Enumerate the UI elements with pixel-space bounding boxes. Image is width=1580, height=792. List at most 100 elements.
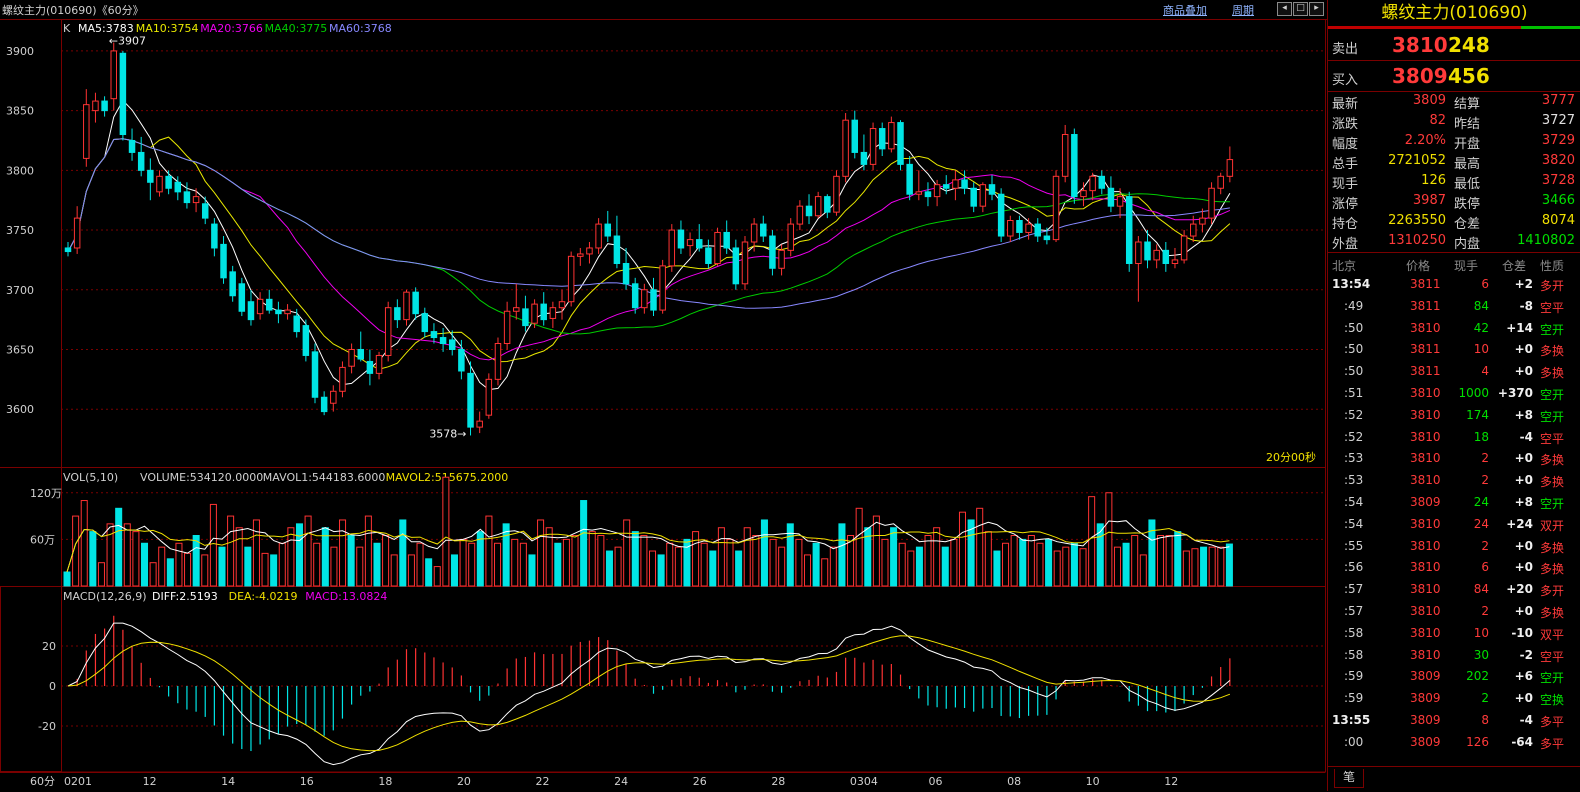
candle-body bbox=[824, 196, 831, 213]
period-link[interactable]: 周期 bbox=[1232, 2, 1254, 18]
nav-right-icon[interactable]: ▸ bbox=[1309, 2, 1324, 16]
candle-body bbox=[915, 191, 923, 195]
candle-body bbox=[201, 203, 209, 219]
chart-area[interactable]: 3900 3850 3800 3750 3700 3650 3600 K MA5:3783 MA1… bbox=[0, 19, 1327, 791]
candle-body bbox=[549, 307, 557, 319]
volume-bar bbox=[993, 550, 1001, 587]
candle-body bbox=[439, 337, 447, 345]
candle-body bbox=[943, 184, 950, 189]
stat-label: 总手 bbox=[1332, 157, 1359, 172]
candle-body bbox=[366, 360, 374, 374]
candle-body bbox=[430, 331, 438, 339]
volume-bar bbox=[735, 550, 743, 587]
candle-body bbox=[1052, 175, 1060, 241]
tick-time: :59 bbox=[1344, 669, 1364, 684]
volume-bar bbox=[201, 554, 209, 587]
candle-body bbox=[238, 283, 246, 312]
tick-oi-change: -64 bbox=[1511, 734, 1533, 749]
volume-bar bbox=[209, 503, 217, 587]
tab-ticks[interactable]: 笔 bbox=[1334, 769, 1364, 788]
tick-oi-change: +6 bbox=[1514, 669, 1533, 684]
volume-bar bbox=[1105, 492, 1113, 587]
volume-bar bbox=[631, 531, 639, 587]
x-tick-label: 24 bbox=[614, 775, 628, 788]
candle-body bbox=[1135, 241, 1142, 264]
nav-restore-icon[interactable]: □ bbox=[1293, 2, 1308, 16]
volume-bar bbox=[769, 538, 777, 587]
volume-bar bbox=[1010, 535, 1018, 587]
volume-tick-label: 60万 bbox=[30, 533, 55, 546]
tick-price: 3810 bbox=[1410, 582, 1441, 597]
tick-header-time: 北京 bbox=[1332, 259, 1357, 273]
candle-body bbox=[586, 247, 593, 255]
volume-bar bbox=[881, 538, 889, 587]
candle-body bbox=[1190, 223, 1197, 237]
tick-time: :57 bbox=[1344, 582, 1364, 597]
tick-oi-change: +0 bbox=[1514, 451, 1533, 466]
tick-nature: 空平 bbox=[1540, 300, 1565, 315]
candle-body bbox=[842, 119, 849, 177]
tick-row: :50 3811 4 +0 多换 bbox=[1328, 360, 1580, 382]
ask-label: 卖出 bbox=[1332, 42, 1359, 57]
volume-bar bbox=[605, 550, 613, 587]
candle-body bbox=[723, 231, 730, 249]
x-tick-label: 20 bbox=[457, 775, 471, 788]
stat-总手: 总手 2721052 bbox=[1332, 152, 1446, 172]
candle-body bbox=[1089, 175, 1096, 192]
stat-value: 126 bbox=[1421, 173, 1446, 188]
price-tick-label: 3600 bbox=[6, 403, 34, 416]
volume-bar bbox=[416, 542, 424, 587]
macd-legend-macd: MACD:13.0824 bbox=[305, 590, 387, 603]
high-annotation: ←3907 bbox=[109, 35, 146, 48]
candle-body bbox=[1043, 235, 1051, 241]
tick-volume: 2 bbox=[1481, 604, 1489, 618]
volume-bar bbox=[433, 566, 441, 587]
stat-label: 持仓 bbox=[1332, 217, 1359, 232]
volume-bar bbox=[149, 562, 157, 587]
candle-body bbox=[531, 303, 538, 324]
candle-body bbox=[476, 420, 483, 428]
macd-legend-diff: DIFF:2.5193 bbox=[152, 590, 218, 603]
tick-price: 3809 bbox=[1410, 691, 1441, 706]
candle-body bbox=[595, 223, 602, 249]
ask-price: 3810 bbox=[1392, 33, 1448, 57]
volume-bar bbox=[674, 546, 682, 587]
candle-body bbox=[677, 229, 685, 249]
stat-label: 最高 bbox=[1454, 157, 1481, 172]
tick-time: :59 bbox=[1344, 691, 1364, 706]
volume-bar bbox=[958, 511, 966, 587]
tick-nature: 空开 bbox=[1540, 671, 1565, 686]
volume-bar bbox=[278, 542, 286, 587]
tick-volume: 24 bbox=[1473, 495, 1489, 509]
volume-bar bbox=[80, 500, 88, 587]
tick-nature: 多开 bbox=[1540, 279, 1565, 293]
tick-row: 13:54 3811 6 +2 多开 bbox=[1328, 273, 1580, 295]
volume-bar bbox=[752, 535, 760, 587]
stat-开盘: 开盘 3729 bbox=[1454, 132, 1575, 152]
stat-value: 2263550 bbox=[1388, 213, 1446, 228]
x-tick-label: 16 bbox=[300, 775, 314, 788]
tick-volume: 24 bbox=[1473, 516, 1489, 531]
volume-bar bbox=[192, 535, 200, 587]
volume-bar bbox=[640, 535, 648, 587]
volume-bar bbox=[132, 531, 140, 587]
nav-left-icon[interactable]: ◂ bbox=[1277, 2, 1292, 16]
stat-label: 幅度 bbox=[1332, 137, 1359, 152]
volume-bar bbox=[270, 554, 278, 587]
candle-body bbox=[741, 241, 749, 285]
stat-value: 82 bbox=[1429, 113, 1446, 128]
volume-bar bbox=[261, 552, 269, 587]
overlay-commodity-link[interactable]: 商品叠加 bbox=[1163, 2, 1207, 18]
tick-price: 3810 bbox=[1410, 386, 1441, 400]
volume-bar bbox=[407, 554, 415, 587]
volume-bar bbox=[63, 571, 71, 587]
tick-oi-change: -4 bbox=[1519, 429, 1533, 444]
tick-time: :51 bbox=[1344, 386, 1364, 400]
tick-row: :57 3810 2 +0 多换 bbox=[1328, 600, 1580, 622]
candle-body bbox=[293, 315, 300, 333]
volume-bar bbox=[1208, 546, 1216, 587]
tick-row: :54 3810 24 +24 双开 bbox=[1328, 513, 1580, 535]
volume-bar bbox=[330, 546, 338, 587]
stat-跌停: 跌停 3466 bbox=[1454, 192, 1575, 212]
volume-bar bbox=[1088, 496, 1096, 587]
